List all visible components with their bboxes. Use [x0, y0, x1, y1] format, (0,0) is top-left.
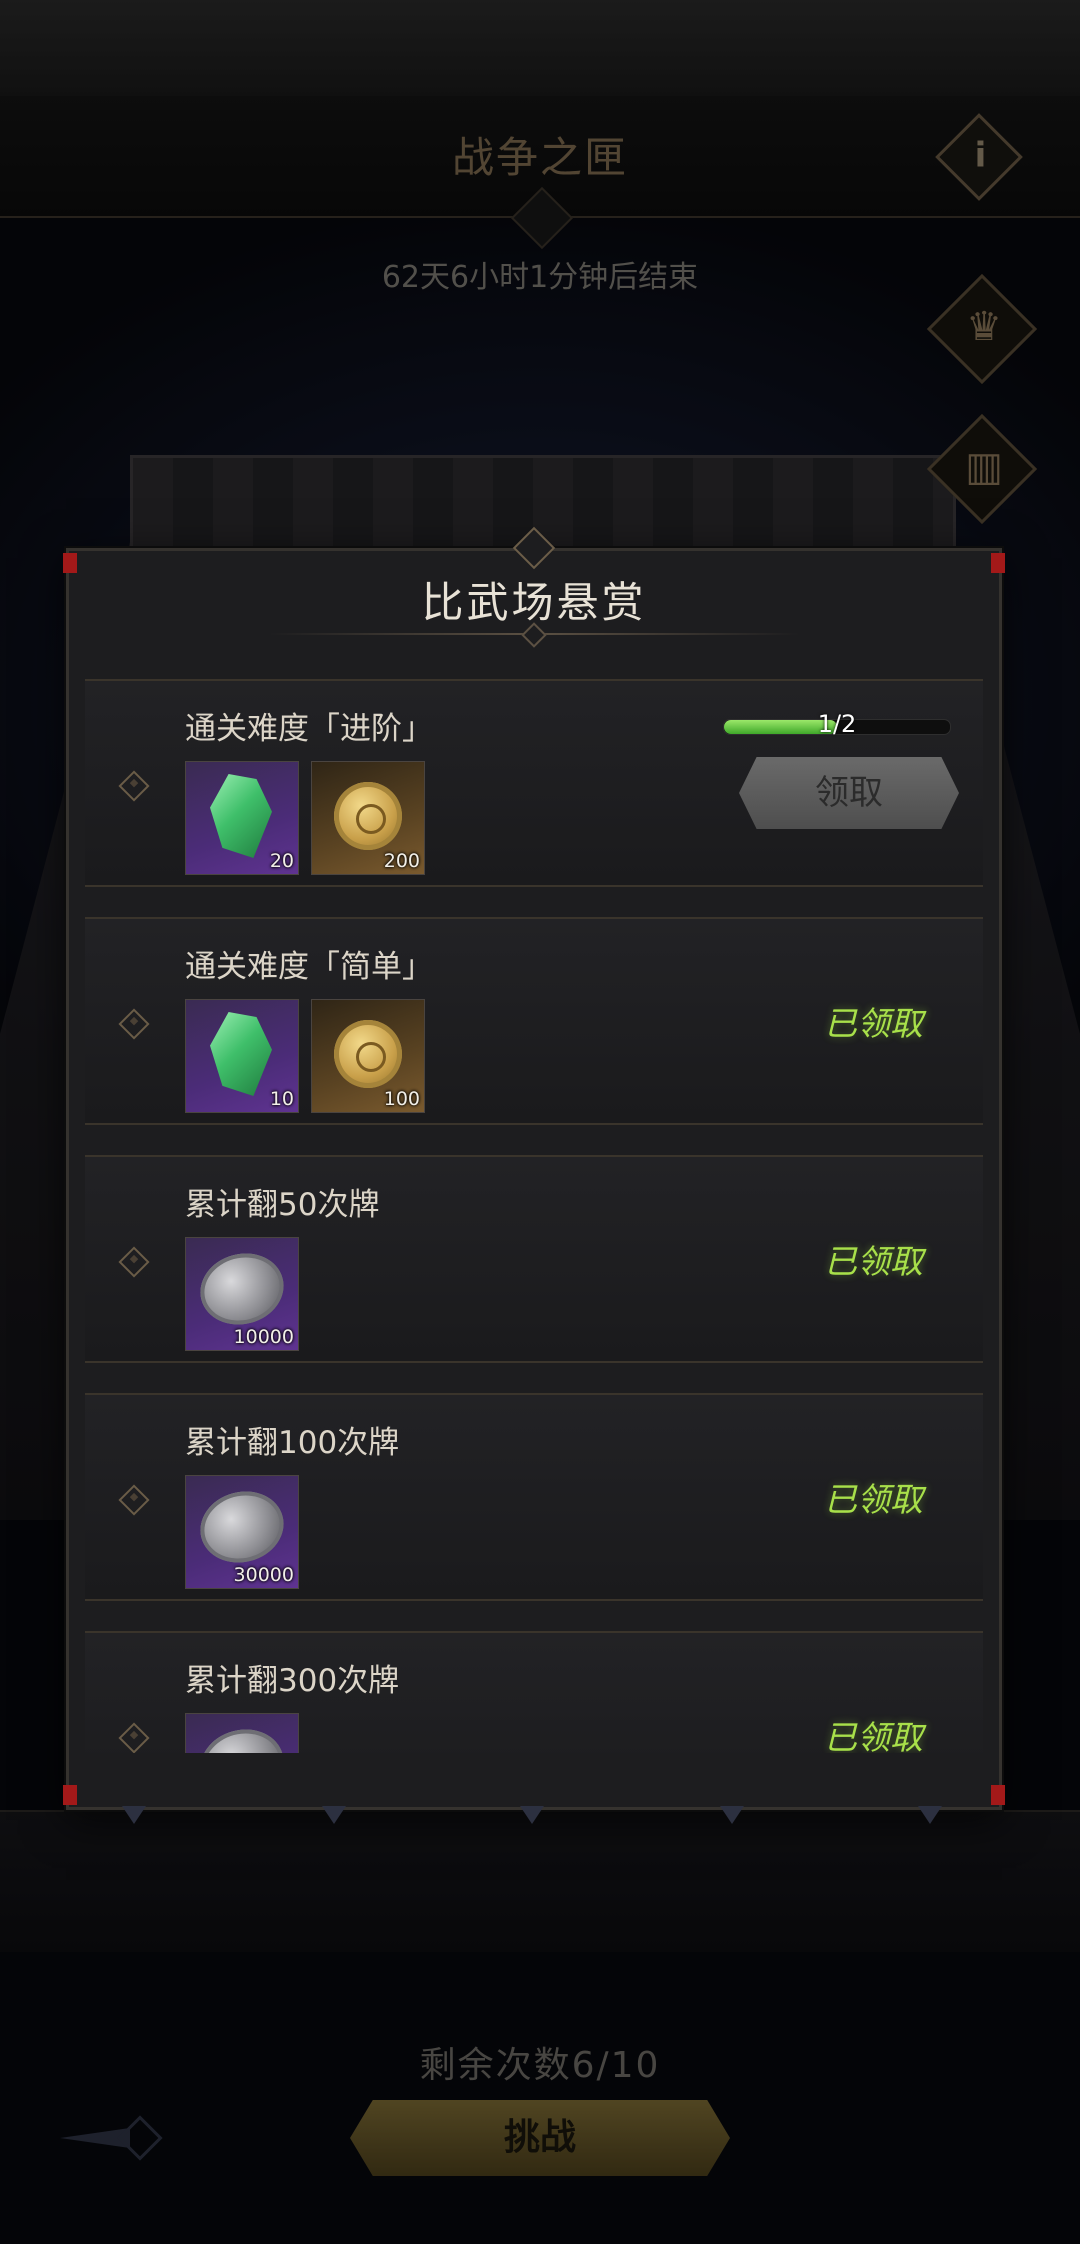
bounty-row: 累计翻300次牌 已领取 — [85, 1631, 983, 1753]
bounty-list[interactable]: 通关难度「进阶」 20 200 1/2 领取 通关难度「简单」 10 100 已… — [69, 679, 999, 1753]
silver-coin-icon — [192, 1244, 292, 1334]
claimed-status: 已领取 — [824, 1480, 923, 1519]
gold-coin-icon — [334, 1020, 402, 1088]
trim-spike — [520, 1806, 544, 1824]
corner-ornament — [63, 1785, 77, 1805]
title-divider — [269, 633, 799, 635]
gold-coin-icon — [334, 782, 402, 850]
bounty-title: 通关难度「进阶」 — [185, 711, 433, 747]
bounty-title: 通关难度「简单」 — [185, 949, 433, 985]
green-gem-icon — [210, 1012, 272, 1096]
reward-item[interactable]: 200 — [311, 761, 425, 875]
green-gem-icon — [210, 774, 272, 858]
row-diamond-icon — [118, 1722, 150, 1753]
reward-item[interactable]: 10 — [185, 999, 299, 1113]
bounty-title: 累计翻50次牌 — [185, 1187, 380, 1223]
reward-item[interactable]: 10000 — [185, 1237, 299, 1351]
bounty-title: 累计翻300次牌 — [185, 1663, 400, 1699]
claimed-status: 已领取 — [824, 1242, 923, 1281]
reward-count: 10000 — [233, 1326, 294, 1348]
reward-item[interactable]: 20 — [185, 761, 299, 875]
trim-spike — [322, 1806, 346, 1824]
trim-spike — [122, 1806, 146, 1824]
reward-count: 100 — [383, 1088, 420, 1110]
bounty-title: 累计翻100次牌 — [185, 1425, 400, 1461]
progress-text: 1/2 — [817, 710, 857, 738]
trim-spike — [720, 1806, 744, 1824]
trim-spike — [918, 1806, 942, 1824]
reward-item[interactable] — [185, 1713, 299, 1753]
row-diamond-icon — [118, 1008, 150, 1040]
claim-button[interactable]: 领取 — [739, 757, 959, 829]
bounty-row: 通关难度「简单」 10 100 已领取 — [85, 917, 983, 1125]
silver-coin-icon — [192, 1720, 292, 1753]
modal-bottom-trim — [66, 1806, 996, 1826]
progress-bar: 1/2 — [723, 710, 951, 738]
row-diamond-icon — [118, 770, 150, 802]
reward-count: 10 — [269, 1088, 294, 1110]
reward-count: 200 — [383, 850, 420, 872]
claimed-status: 已领取 — [824, 1718, 923, 1753]
bounty-row: 通关难度「进阶」 20 200 1/2 领取 — [85, 679, 983, 887]
bounty-row: 累计翻100次牌 30000 已领取 — [85, 1393, 983, 1601]
corner-ornament — [991, 1785, 1005, 1805]
claimed-status: 已领取 — [824, 1004, 923, 1043]
modal-title: 比武场悬赏 — [421, 578, 647, 627]
row-diamond-icon — [118, 1246, 150, 1278]
reward-item[interactable]: 100 — [311, 999, 425, 1113]
silver-coin-icon — [192, 1482, 292, 1572]
bounty-row: 累计翻50次牌 10000 已领取 — [85, 1155, 983, 1363]
row-diamond-icon — [118, 1484, 150, 1516]
reward-count: 20 — [269, 850, 294, 872]
bounty-modal: 比武场悬赏 通关难度「进阶」 20 200 1/2 领取 通关难度「简单」 10… — [63, 526, 1005, 1810]
reward-item[interactable]: 30000 — [185, 1475, 299, 1589]
claim-label: 领取 — [815, 773, 883, 813]
reward-count: 30000 — [233, 1564, 294, 1586]
